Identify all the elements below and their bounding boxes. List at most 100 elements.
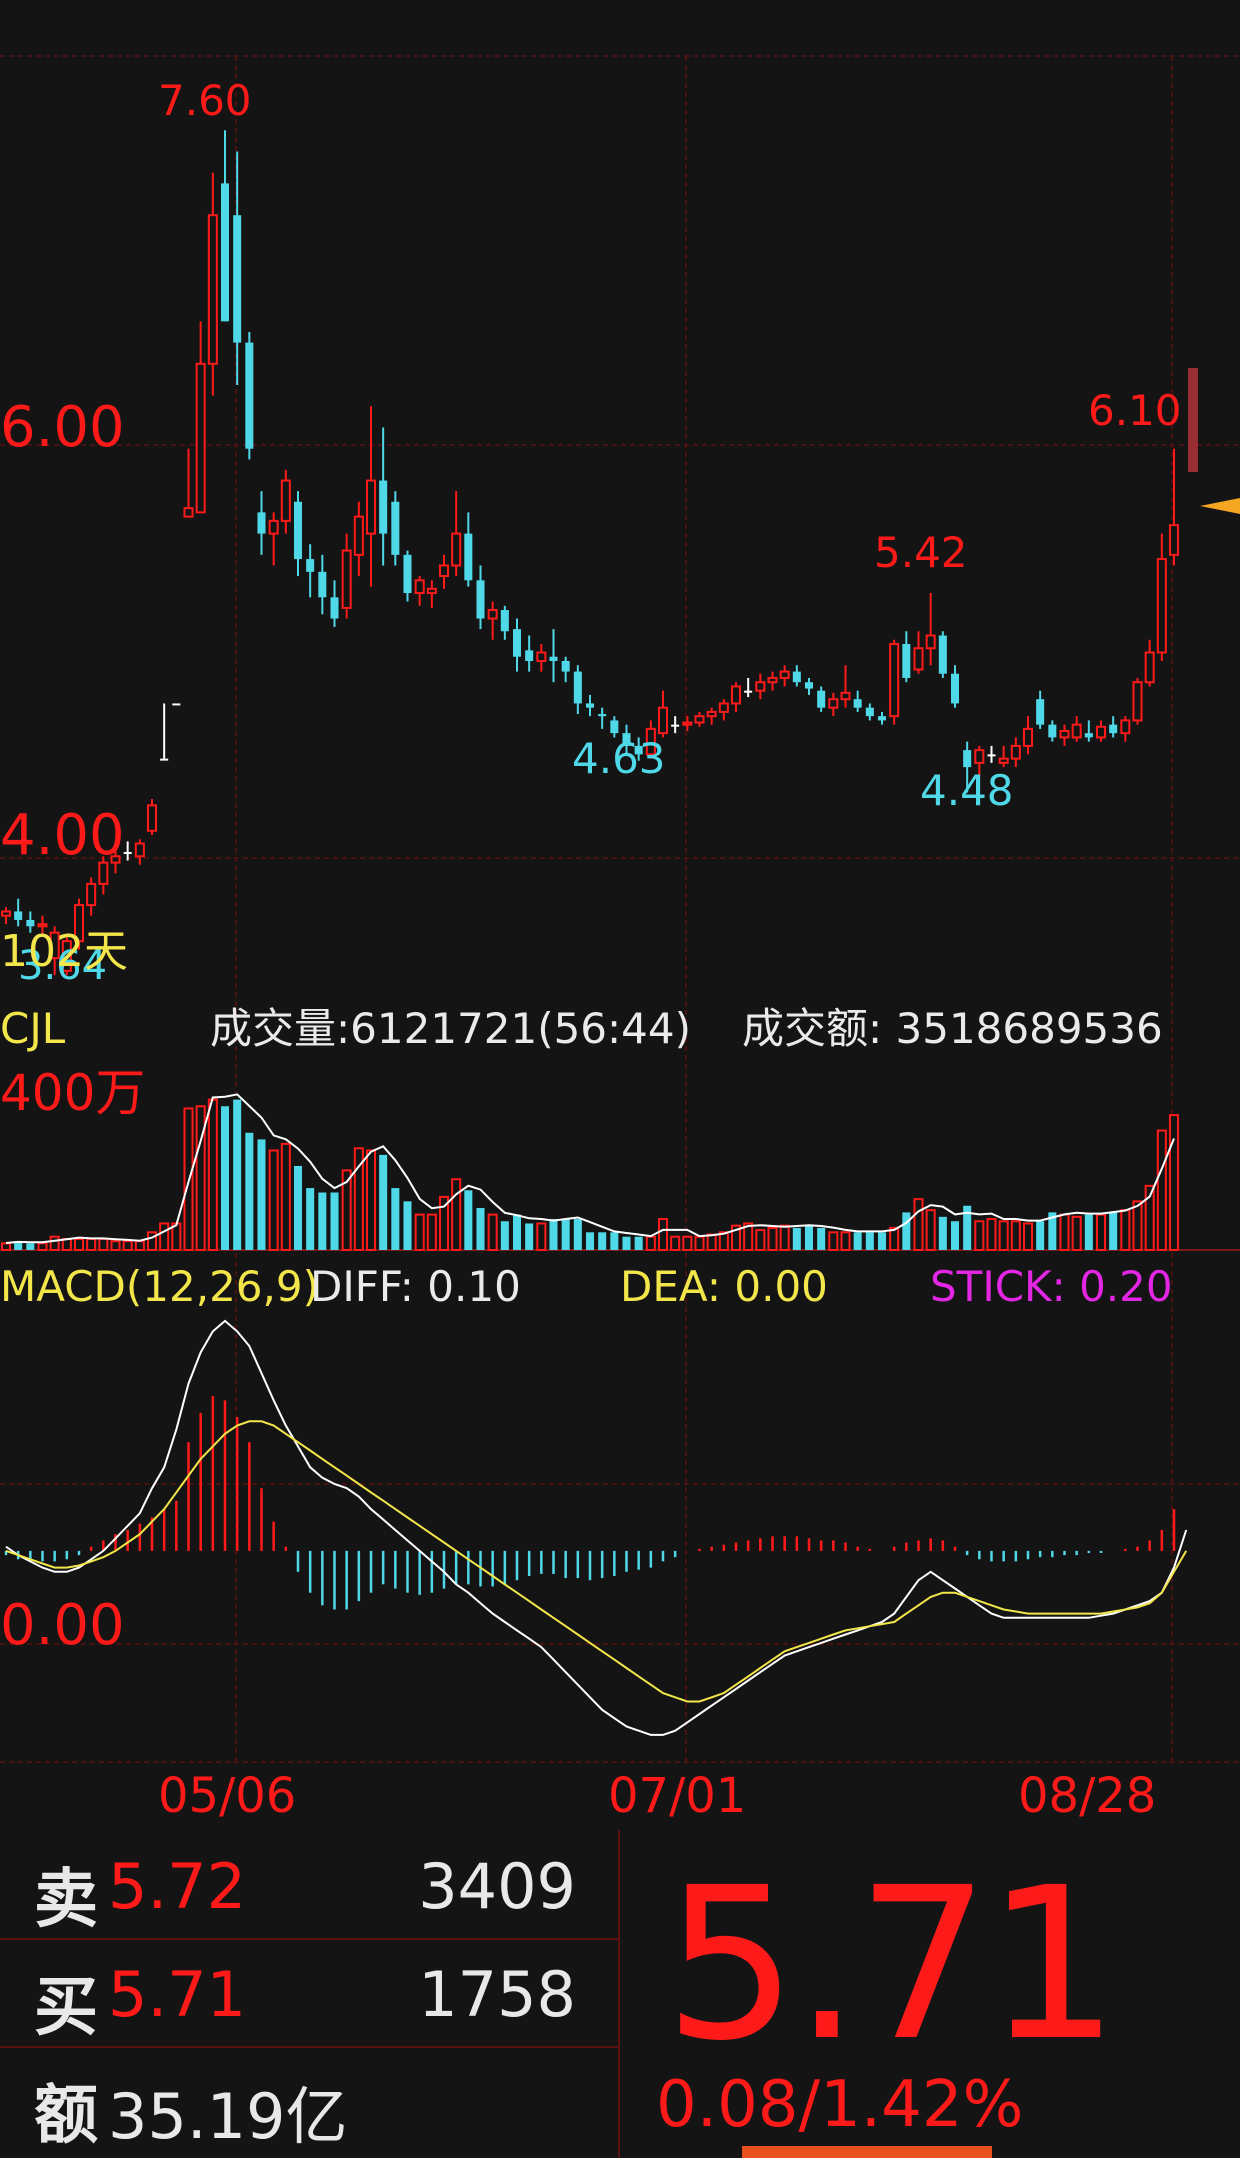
candle-body bbox=[451, 532, 462, 567]
chart-grid bbox=[0, 55, 1240, 1763]
candle-body bbox=[987, 754, 996, 757]
volume-bars bbox=[0, 1098, 1180, 1252]
volume-bar bbox=[245, 1132, 254, 1250]
sell-row[interactable]: 卖 5.72 3409 bbox=[0, 1830, 618, 1940]
candle-body bbox=[318, 571, 327, 598]
volume-bar bbox=[1071, 1215, 1082, 1251]
candle-body bbox=[1168, 524, 1180, 556]
candle-body bbox=[438, 564, 450, 578]
annotation-low-2: 4.48 bbox=[920, 766, 1014, 815]
candle-body bbox=[706, 710, 717, 718]
candle-body bbox=[257, 512, 266, 534]
current-price-marker bbox=[1200, 498, 1240, 514]
macd-diff-line bbox=[5, 1319, 1188, 1736]
candle-body bbox=[134, 842, 145, 858]
candle-body bbox=[487, 609, 498, 620]
volume-bar bbox=[998, 1220, 1009, 1252]
macd-dea-value: DEA: 0.00 bbox=[620, 1262, 828, 1311]
annotation-high: 7.60 bbox=[158, 76, 252, 125]
candle-body bbox=[694, 715, 705, 724]
volume-bar bbox=[536, 1222, 547, 1252]
candle-body bbox=[877, 716, 887, 721]
amount-value: 成交额: 3518689536 bbox=[742, 1004, 1163, 1053]
volume-bar bbox=[159, 1222, 170, 1252]
volume-bar bbox=[122, 1240, 133, 1252]
volume-bar bbox=[426, 1213, 437, 1252]
candle-body bbox=[500, 610, 509, 632]
candle-body bbox=[525, 650, 534, 661]
volume-bar bbox=[938, 1216, 947, 1250]
volume-bar bbox=[1036, 1221, 1045, 1250]
volume-bar bbox=[257, 1139, 266, 1250]
candle-body bbox=[1132, 681, 1143, 722]
candle-body bbox=[549, 656, 558, 661]
volume-bar bbox=[1132, 1200, 1143, 1252]
volume-bar bbox=[451, 1178, 462, 1251]
volume-bar bbox=[853, 1232, 862, 1250]
candle-body bbox=[925, 634, 936, 650]
volume-bar bbox=[61, 1237, 72, 1251]
candle-body bbox=[512, 629, 522, 657]
volume-bar bbox=[134, 1240, 145, 1252]
volume-bar bbox=[779, 1224, 790, 1251]
candle-body bbox=[804, 682, 814, 689]
volume-bar bbox=[280, 1142, 291, 1252]
candle-body bbox=[403, 554, 412, 594]
candle-body bbox=[744, 690, 753, 693]
date-label-2: 07/01 bbox=[608, 1768, 747, 1824]
macd-dea-line bbox=[5, 1420, 1188, 1703]
volume-bar bbox=[549, 1219, 558, 1250]
macd-indicator-name[interactable]: MACD(12,26,9) bbox=[0, 1266, 319, 1308]
candle-body bbox=[998, 757, 1009, 764]
volume-bar bbox=[767, 1226, 778, 1251]
amount-key: 额 bbox=[34, 2079, 98, 2153]
kline-chart[interactable] bbox=[0, 0, 1240, 1830]
volume-bar bbox=[706, 1233, 717, 1252]
volume-bar bbox=[1059, 1213, 1070, 1252]
candle-body bbox=[391, 501, 400, 555]
volume-bar bbox=[1120, 1209, 1131, 1251]
price-handle[interactable] bbox=[1188, 368, 1198, 472]
volume-bar bbox=[804, 1225, 814, 1250]
volume-bar bbox=[657, 1218, 669, 1251]
macd-stick-bars bbox=[4, 1396, 1176, 1610]
candle-body bbox=[730, 685, 742, 705]
candle-body bbox=[220, 183, 230, 322]
volume-bar bbox=[26, 1243, 35, 1250]
volume-bar bbox=[610, 1232, 619, 1250]
volume-bar bbox=[476, 1207, 485, 1250]
bottom-tab-indicator[interactable] bbox=[742, 2146, 992, 2158]
macd-stick-value: STICK: 0.20 bbox=[930, 1262, 1173, 1311]
volume-bar bbox=[293, 1165, 303, 1250]
sell-price: 5.72 bbox=[108, 1850, 247, 1923]
candle-body bbox=[671, 724, 680, 727]
buy-volume: 1758 bbox=[418, 1958, 576, 2031]
panel-divider bbox=[618, 1830, 620, 2158]
volume-bar bbox=[1168, 1114, 1180, 1252]
volume-indicator-name[interactable]: CJL bbox=[0, 1008, 65, 1050]
annotation-current-high: 6.10 bbox=[1088, 386, 1182, 435]
volume-bar bbox=[682, 1235, 693, 1251]
candle-body bbox=[1010, 744, 1021, 760]
volume-bar bbox=[306, 1188, 315, 1250]
volume-bar bbox=[268, 1149, 279, 1251]
candle-body bbox=[1095, 725, 1107, 739]
candle-body bbox=[1059, 730, 1070, 739]
volume-bar bbox=[0, 1242, 12, 1252]
candle-body bbox=[840, 691, 851, 701]
candle-body bbox=[146, 804, 158, 832]
buy-row[interactable]: 买 5.71 1758 bbox=[0, 1938, 618, 2048]
volume-bar bbox=[414, 1213, 425, 1252]
sell-volume: 3409 bbox=[418, 1850, 576, 1923]
candle-body bbox=[682, 721, 693, 726]
candle-body bbox=[938, 635, 947, 674]
candle-body bbox=[817, 690, 826, 708]
annotation-mid-high: 5.42 bbox=[874, 528, 968, 577]
candle-body bbox=[585, 703, 595, 708]
candle-body bbox=[293, 501, 303, 560]
candle-body bbox=[1071, 723, 1082, 739]
volume-bar bbox=[365, 1149, 377, 1251]
volume-bar bbox=[1109, 1212, 1118, 1250]
candle-body bbox=[792, 671, 801, 683]
candle-body bbox=[280, 479, 291, 522]
